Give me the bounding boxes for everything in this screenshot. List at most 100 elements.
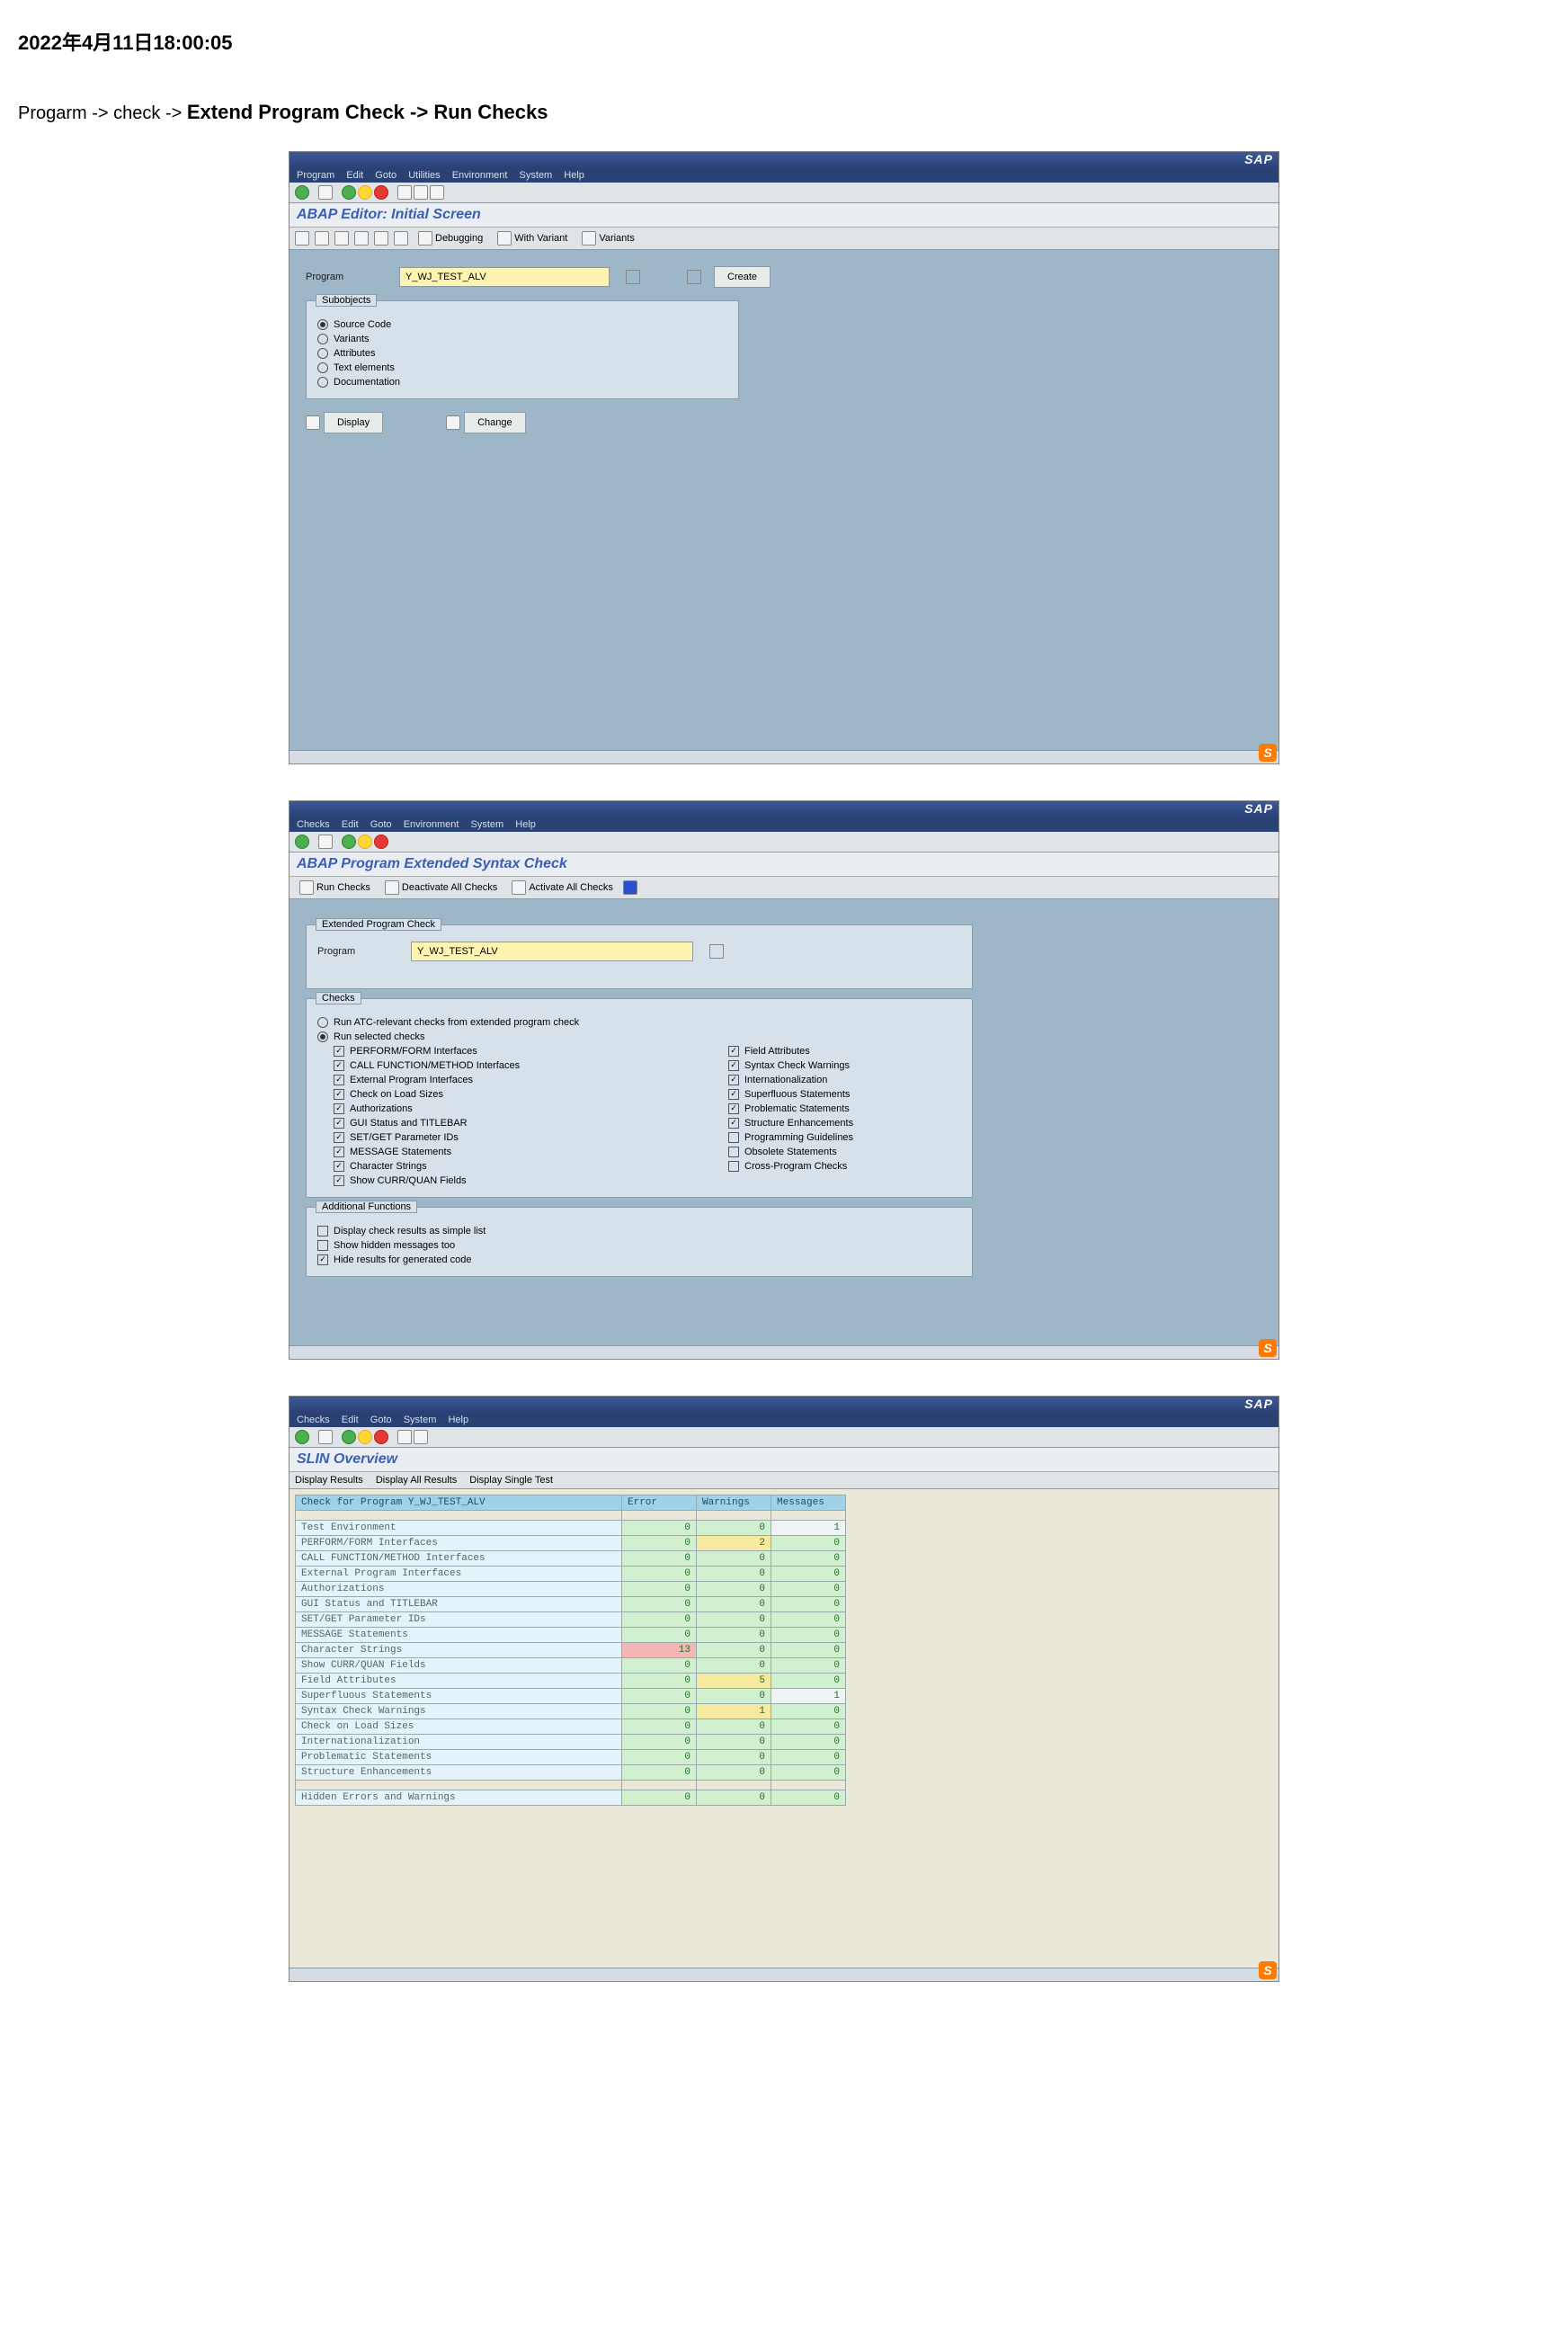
back-icon[interactable] (342, 835, 356, 849)
display-all-results-button[interactable]: Display All Results (376, 1475, 457, 1486)
subobject-radio[interactable]: Documentation (317, 375, 727, 389)
table-row[interactable]: GUI Status and TITLEBAR000 (296, 1597, 846, 1612)
check-option[interactable]: Structure Enhancements (728, 1116, 961, 1130)
menu-program[interactable]: Program (297, 170, 334, 181)
table-row[interactable]: External Program Interfaces000 (296, 1567, 846, 1582)
table-row[interactable]: Test Environment001 (296, 1521, 846, 1536)
menu-checks[interactable]: Checks (297, 1415, 330, 1425)
check-option[interactable]: Show hidden messages too (317, 1238, 961, 1253)
menu-help[interactable]: Help (448, 1415, 468, 1425)
save-icon[interactable] (318, 835, 333, 849)
table-row[interactable]: MESSAGE Statements000 (296, 1628, 846, 1643)
menu-system[interactable]: System (471, 819, 504, 830)
atc-radio[interactable]: Run ATC-relevant checks from extended pr… (317, 1015, 961, 1030)
selected-radio[interactable]: Run selected checks (317, 1030, 961, 1044)
deactivate-all-button[interactable]: Deactivate All Checks (380, 879, 502, 896)
check-option[interactable]: Hide results for generated code (317, 1253, 961, 1267)
change-pencil-icon[interactable] (446, 415, 460, 430)
program-input[interactable] (399, 267, 610, 287)
debugging-button[interactable]: Debugging (414, 230, 487, 246)
check-option[interactable]: Display check results as simple list (317, 1224, 961, 1238)
create-new-icon[interactable] (687, 270, 701, 284)
check-option[interactable]: Cross-Program Checks (728, 1159, 961, 1174)
variants-button[interactable]: Variants (577, 230, 639, 246)
print-icon[interactable] (397, 185, 412, 200)
table-row[interactable]: PERFORM/FORM Interfaces020 (296, 1536, 846, 1551)
menu-goto[interactable]: Goto (370, 819, 392, 830)
table-row[interactable]: Superfluous Statements001 (296, 1689, 846, 1704)
table-row[interactable]: Character Strings1300 (296, 1643, 846, 1658)
menu-edit[interactable]: Edit (342, 819, 359, 830)
change-button[interactable]: Change (464, 412, 526, 433)
menu-checks[interactable]: Checks (297, 819, 330, 830)
display-single-test-button[interactable]: Display Single Test (469, 1475, 553, 1486)
check-option[interactable]: Authorizations (334, 1102, 566, 1116)
subobject-radio[interactable]: Attributes (317, 346, 727, 361)
check-option[interactable]: External Program Interfaces (334, 1073, 566, 1087)
subobject-radio[interactable]: Text elements (317, 361, 727, 375)
check-option[interactable]: Check on Load Sizes (334, 1087, 566, 1102)
exit-icon[interactable] (358, 1430, 372, 1444)
menu-system[interactable]: System (520, 170, 553, 181)
display-glasses-icon[interactable] (306, 415, 320, 430)
table-row[interactable]: Authorizations000 (296, 1582, 846, 1597)
display-object-icon[interactable] (374, 231, 388, 245)
check-option[interactable]: Problematic Statements (728, 1102, 961, 1116)
table-row[interactable]: Structure Enhancements000 (296, 1765, 846, 1781)
print-icon[interactable] (397, 1430, 412, 1444)
exit-icon[interactable] (358, 185, 372, 200)
check-option[interactable]: PERFORM/FORM Interfaces (334, 1044, 566, 1058)
f4-help-icon[interactable] (626, 270, 640, 284)
enter-icon[interactable] (295, 1430, 309, 1444)
table-row[interactable]: Check on Load Sizes000 (296, 1719, 846, 1735)
menu-environment[interactable]: Environment (452, 170, 508, 181)
check-option[interactable]: GUI Status and TITLEBAR (334, 1116, 566, 1130)
check-option[interactable]: MESSAGE Statements (334, 1145, 566, 1159)
menu-goto[interactable]: Goto (375, 170, 396, 181)
menu-edit[interactable]: Edit (346, 170, 363, 181)
activate-all-button[interactable]: Activate All Checks (507, 879, 618, 896)
table-row[interactable]: Show CURR/QUAN Fields000 (296, 1658, 846, 1674)
display-button[interactable]: Display (324, 412, 383, 433)
check-icon[interactable] (295, 231, 309, 245)
where-used-icon[interactable] (354, 231, 369, 245)
check-option[interactable]: CALL FUNCTION/METHOD Interfaces (334, 1058, 566, 1073)
back-icon[interactable] (342, 1430, 356, 1444)
activate-icon[interactable] (315, 231, 329, 245)
cancel-icon[interactable] (374, 835, 388, 849)
subobject-radio[interactable]: Source Code (317, 317, 727, 332)
f4-help-icon[interactable] (709, 944, 724, 959)
find-icon[interactable] (414, 1430, 428, 1444)
cancel-icon[interactable] (374, 185, 388, 200)
find-icon[interactable] (414, 185, 428, 200)
table-row[interactable]: Hidden Errors and Warnings000 (296, 1790, 846, 1806)
enter-icon[interactable] (295, 835, 309, 849)
find-next-icon[interactable] (430, 185, 444, 200)
table-row[interactable]: Syntax Check Warnings010 (296, 1704, 846, 1719)
check-option[interactable]: Show CURR/QUAN Fields (334, 1174, 566, 1188)
save-icon[interactable] (318, 185, 333, 200)
other-object-icon[interactable] (394, 231, 408, 245)
table-row[interactable]: SET/GET Parameter IDs000 (296, 1612, 846, 1628)
check-option[interactable]: Syntax Check Warnings (728, 1058, 961, 1073)
table-row[interactable]: Field Attributes050 (296, 1674, 846, 1689)
info-icon[interactable] (623, 880, 637, 895)
check-option[interactable]: Field Attributes (728, 1044, 961, 1058)
run-checks-button[interactable]: Run Checks (295, 879, 375, 896)
menu-help[interactable]: Help (564, 170, 584, 181)
check-option[interactable]: Character Strings (334, 1159, 566, 1174)
program-input[interactable] (411, 942, 693, 961)
back-icon[interactable] (342, 185, 356, 200)
check-option[interactable]: Obsolete Statements (728, 1145, 961, 1159)
save-icon[interactable] (318, 1430, 333, 1444)
check-option[interactable]: Programming Guidelines (728, 1130, 961, 1145)
table-row[interactable]: Internationalization000 (296, 1735, 846, 1750)
menu-environment[interactable]: Environment (404, 819, 459, 830)
exit-icon[interactable] (358, 835, 372, 849)
check-option[interactable]: SET/GET Parameter IDs (334, 1130, 566, 1145)
check-option[interactable]: Internationalization (728, 1073, 961, 1087)
subobject-radio[interactable]: Variants (317, 332, 727, 346)
menu-edit[interactable]: Edit (342, 1415, 359, 1425)
table-row[interactable]: CALL FUNCTION/METHOD Interfaces000 (296, 1551, 846, 1567)
with-variant-button[interactable]: With Variant (493, 230, 572, 246)
